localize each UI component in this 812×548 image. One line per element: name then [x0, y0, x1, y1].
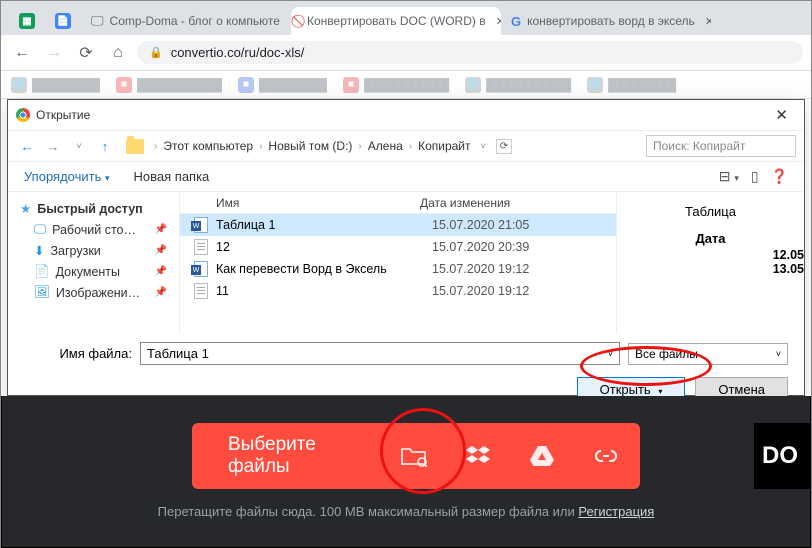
- text-icon: [194, 283, 208, 299]
- tab-label: Конвертировать DOC (WORD) в: [307, 14, 486, 28]
- search-input[interactable]: Поиск: Копирайт: [646, 135, 796, 157]
- annotation-ring: [580, 346, 712, 386]
- page-content: Выберите файлы DO Перетащите файлы сюда.…: [1, 396, 811, 548]
- file-row[interactable]: 1115.07.2020 19:12: [180, 280, 616, 302]
- dialog-title: Открытие: [36, 108, 90, 122]
- close-icon[interactable]: ✕: [705, 15, 711, 28]
- tab-sheets[interactable]: ▦: [9, 7, 45, 35]
- tab-docs[interactable]: 📄: [45, 7, 81, 35]
- annotation-ring: [380, 408, 466, 494]
- sidebar-pictures[interactable]: 🖼Изображени…📌: [8, 282, 179, 303]
- url-text: convertio.co/ru/doc-xls/: [171, 45, 305, 60]
- nav-recent[interactable]: ˅: [68, 135, 90, 157]
- dialog-toolbar: Упорядочить ▾ Новая папка ⊟ ▾ ▯ ❓: [8, 162, 804, 192]
- choose-files-label: Выберите файлы: [192, 434, 382, 478]
- lock-icon: 🔒: [149, 46, 163, 59]
- tab-google[interactable]: Gконвертировать ворд в эксель✕: [501, 7, 711, 35]
- forward-button[interactable]: →: [41, 40, 67, 66]
- word-icon: [194, 217, 208, 233]
- url-input[interactable]: 🔒 convertio.co/ru/doc-xls/: [137, 41, 803, 64]
- view-mode[interactable]: ⊟ ▾: [719, 168, 739, 185]
- file-row[interactable]: Как перевести Ворд в Эксель15.07.2020 19…: [180, 258, 616, 280]
- tab-convertio[interactable]: ⃠Конвертировать DOC (WORD) в✕: [291, 7, 501, 35]
- breadcrumb[interactable]: ›Этот компьютер ›Новый том (D:) ›Алена ›…: [152, 139, 471, 153]
- close-button[interactable]: ✕: [767, 106, 796, 124]
- gdrive-icon[interactable]: [510, 446, 574, 466]
- nav-forward[interactable]: →: [42, 135, 64, 157]
- filename-input[interactable]: Таблица 1˅: [140, 342, 620, 365]
- register-link[interactable]: Регистрация: [578, 504, 654, 519]
- new-folder-button[interactable]: Новая папка: [134, 169, 210, 184]
- sidebar-documents[interactable]: 📄Документы📌: [8, 261, 179, 282]
- link-icon[interactable]: [574, 449, 638, 463]
- chrome-icon: [16, 108, 30, 122]
- sidebar-downloads[interactable]: ⬇Загрузки📌: [8, 240, 179, 261]
- filename-label: Имя файла:: [24, 346, 132, 361]
- nav-back[interactable]: ←: [16, 135, 38, 157]
- address-bar: ← → ⟳ ⌂ 🔒 convertio.co/ru/doc-xls/: [1, 35, 811, 71]
- file-list-header[interactable]: Имя Дата изменения: [180, 192, 616, 214]
- refresh-icon[interactable]: ⟳: [496, 139, 512, 154]
- tab-strip: ▦ 📄 🖵Comp-Doma - блог о компьюте✕ ⃠Конве…: [1, 1, 811, 35]
- tagline: Перетащите файлы сюда. 100 MB максимальн…: [2, 504, 810, 519]
- tab-label: Comp-Doma - блог о компьюте: [110, 14, 280, 28]
- nav-up[interactable]: ↑: [94, 135, 116, 157]
- breadcrumb-bar: ← → ˅ ↑ ›Этот компьютер ›Новый том (D:) …: [8, 130, 804, 162]
- back-button[interactable]: ←: [9, 40, 35, 66]
- reload-button[interactable]: ⟳: [73, 40, 99, 66]
- folder-icon: [126, 139, 144, 154]
- sidebar-desktop[interactable]: 🖵Рабочий сто…📌: [8, 219, 179, 240]
- tab-compdoma[interactable]: 🖵Comp-Doma - блог о компьюте✕: [81, 7, 291, 35]
- bookmark-bar: 🌐████████ ■██████████ ■████████ ■███████…: [1, 71, 811, 99]
- home-button[interactable]: ⌂: [105, 40, 131, 66]
- word-icon: [194, 261, 208, 277]
- file-row[interactable]: 1215.07.2020 20:39: [180, 236, 616, 258]
- dialog-titlebar: Открытие ✕: [8, 100, 804, 130]
- sidebar-quick-access[interactable]: ★Быстрый доступ: [8, 198, 179, 219]
- sidebar: ★Быстрый доступ 🖵Рабочий сто…📌 ⬇Загрузки…: [8, 192, 180, 334]
- file-open-dialog: Открытие ✕ ← → ˅ ↑ ›Этот компьютер ›Новы…: [7, 99, 805, 396]
- preview-toggle[interactable]: ▯: [751, 168, 759, 185]
- tab-label: конвертировать ворд в эксель: [527, 14, 695, 28]
- organize-menu[interactable]: Упорядочить ▾: [24, 169, 110, 184]
- file-list: Имя Дата изменения Таблица 115.07.2020 2…: [180, 192, 616, 334]
- file-row[interactable]: Таблица 115.07.2020 21:05: [180, 214, 616, 236]
- preview-pane: Таблица Дата 12.0513.05: [616, 192, 804, 334]
- do-badge: DO: [754, 423, 810, 489]
- text-icon: [194, 239, 208, 255]
- help-icon[interactable]: ❓: [771, 168, 788, 185]
